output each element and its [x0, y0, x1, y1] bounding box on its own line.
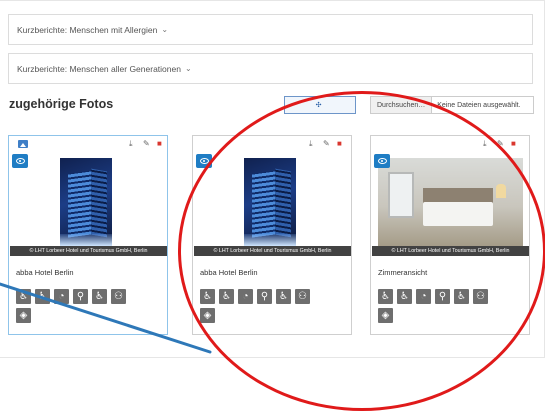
- hotel-room-image: [378, 158, 523, 246]
- image-icon: [18, 140, 28, 148]
- download-icon[interactable]: ⤓: [129, 140, 133, 148]
- wheelchair-user-icon: ♿: [276, 289, 291, 304]
- photos-section-title: zugehörige Fotos: [9, 97, 114, 111]
- family-icon: ⚇: [473, 289, 488, 304]
- upload-icon: ✣: [315, 102, 322, 109]
- wheelchair-icon: ♿: [219, 289, 234, 304]
- photo-card[interactable]: ⤓ ✎ ■ © LHT Lorbeer Hotel und Tourismus …: [8, 135, 168, 335]
- add-photo-button[interactable]: ✣: [284, 96, 356, 114]
- wheelchair-icon: ♿: [35, 289, 50, 304]
- photo-card[interactable]: ⤓ ✎ ■ © LHT Lorbeer Hotel und Tourismus …: [370, 135, 530, 335]
- hearing-impaired-icon: ◔: [238, 289, 253, 304]
- visually-impaired-icon: ◈: [200, 308, 215, 323]
- browse-button[interactable]: Durchsuchen…: [371, 97, 433, 113]
- accordion-generations[interactable]: Kurzberichte: Menschen aller Generatione…: [8, 53, 533, 84]
- blind-cane-icon: ⚲: [257, 289, 272, 304]
- walking-aid-icon: ♿: [200, 289, 215, 304]
- file-input[interactable]: Durchsuchen… Keine Dateien ausgewählt.: [370, 96, 534, 114]
- hotel-exterior-image: [60, 158, 112, 246]
- wheelchair-icon: ♿: [397, 289, 412, 304]
- walking-aid-icon: ♿: [16, 289, 31, 304]
- blind-cane-icon: ⚲: [73, 289, 88, 304]
- photo-thumbnail[interactable]: © LHT Lorbeer Hotel und Tourismus GmbH, …: [10, 152, 167, 256]
- hotel-exterior-image: [244, 158, 296, 246]
- card-toolbar: ⤓ ✎ ■: [9, 136, 167, 151]
- accordion-label: Kurzberichte: Menschen mit Allergien: [17, 24, 158, 35]
- photo-card[interactable]: ⤓ ✎ ■ © LHT Lorbeer Hotel und Tourismus …: [192, 135, 352, 335]
- chevron-down-icon: ⌄: [161, 25, 169, 34]
- photo-thumbnail[interactable]: © LHT Lorbeer Hotel und Tourismus GmbH, …: [194, 152, 351, 256]
- chevron-down-icon: ⌄: [184, 64, 192, 73]
- photo-thumbnail[interactable]: © LHT Lorbeer Hotel und Tourismus GmbH, …: [372, 152, 529, 256]
- delete-icon[interactable]: ■: [337, 140, 342, 148]
- edit-icon[interactable]: ✎: [497, 140, 504, 148]
- card-toolbar: ⤓ ✎ ■: [193, 136, 351, 151]
- delete-icon[interactable]: ■: [157, 140, 162, 148]
- eye-icon[interactable]: [196, 154, 212, 168]
- photo-caption: © LHT Lorbeer Hotel und Tourismus GmbH, …: [10, 246, 167, 256]
- wheelchair-user-icon: ♿: [454, 289, 469, 304]
- blind-cane-icon: ⚲: [435, 289, 450, 304]
- delete-icon[interactable]: ■: [511, 140, 516, 148]
- eye-icon[interactable]: [12, 154, 28, 168]
- accordion-label: Kurzberichte: Menschen aller Generatione…: [17, 63, 181, 74]
- photo-title: Zimmeransicht: [378, 268, 428, 277]
- card-toolbar: ⤓ ✎ ■: [371, 136, 529, 151]
- file-status: Keine Dateien ausgewählt.: [437, 101, 521, 109]
- visually-impaired-icon: ◈: [378, 308, 393, 323]
- walking-aid-icon: ♿: [378, 289, 393, 304]
- family-icon: ⚇: [111, 289, 126, 304]
- edit-icon[interactable]: ✎: [323, 140, 330, 148]
- download-icon[interactable]: ⤓: [483, 140, 487, 148]
- hearing-impaired-icon: ◔: [54, 289, 69, 304]
- visually-impaired-icon: ◈: [16, 308, 31, 323]
- edit-icon[interactable]: ✎: [143, 140, 150, 148]
- accordion-allergies[interactable]: Kurzberichte: Menschen mit Allergien ⌄: [8, 14, 533, 45]
- photo-caption: © LHT Lorbeer Hotel und Tourismus GmbH, …: [372, 246, 529, 256]
- photo-caption: © LHT Lorbeer Hotel und Tourismus GmbH, …: [194, 246, 351, 256]
- family-icon: ⚇: [295, 289, 310, 304]
- hearing-impaired-icon: ◔: [416, 289, 431, 304]
- eye-icon[interactable]: [374, 154, 390, 168]
- download-icon[interactable]: ⤓: [309, 140, 313, 148]
- photo-title: abba Hotel Berlin: [16, 268, 74, 277]
- photo-title: abba Hotel Berlin: [200, 268, 258, 277]
- wheelchair-user-icon: ♿: [92, 289, 107, 304]
